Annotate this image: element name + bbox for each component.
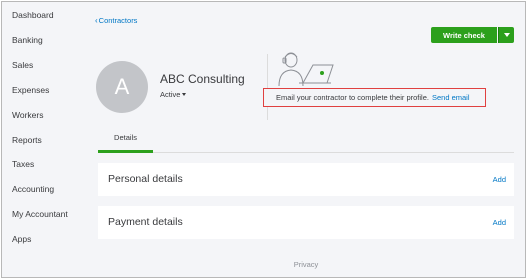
sidebar-item-sales[interactable]: Sales <box>12 60 33 70</box>
back-to-contractors-link[interactable]: ‹Contractors <box>95 16 137 25</box>
privacy-link[interactable]: Privacy <box>87 260 525 269</box>
sidebar: Dashboard Banking Sales Expenses Workers… <box>2 2 87 277</box>
tab-baseline <box>98 152 514 153</box>
caret-down-icon <box>503 33 510 37</box>
payment-details-card: Payment details Add <box>98 206 514 239</box>
app-window: Dashboard Banking Sales Expenses Workers… <box>1 1 526 278</box>
back-link-label: Contractors <box>98 16 138 25</box>
send-email-link[interactable]: Send email <box>432 93 470 102</box>
complete-profile-notice: Email your contractor to complete their … <box>263 88 486 107</box>
status-dropdown[interactable]: Active <box>160 90 187 99</box>
avatar: A <box>96 61 148 113</box>
personal-details-card: Personal details Add <box>98 163 514 196</box>
tab-details[interactable]: Details <box>98 124 153 151</box>
contractor-name: ABC Consulting <box>160 72 245 86</box>
main-content: ‹Contractors Write check A ABC Consultin… <box>87 2 525 277</box>
notice-text: Email your contractor to complete their … <box>276 93 429 102</box>
sidebar-item-dashboard[interactable]: Dashboard <box>12 10 54 20</box>
status-label: Active <box>160 90 181 99</box>
sidebar-item-expenses[interactable]: Expenses <box>12 85 49 95</box>
chevron-left-icon: ‹ <box>95 16 98 25</box>
active-tab-indicator <box>98 150 153 153</box>
caret-down-icon <box>182 93 187 96</box>
sidebar-item-banking[interactable]: Banking <box>12 35 43 45</box>
write-check-dropdown-button[interactable] <box>498 27 514 43</box>
personal-details-add-link[interactable]: Add <box>493 175 506 184</box>
sidebar-item-taxes[interactable]: Taxes <box>12 159 34 169</box>
contractor-laptop-illustration <box>278 52 334 87</box>
sidebar-item-my-accountant[interactable]: My Accountant <box>12 209 68 219</box>
sidebar-item-reports[interactable]: Reports <box>12 135 42 145</box>
profile-divider <box>267 54 268 120</box>
payment-details-add-link[interactable]: Add <box>493 218 506 227</box>
sidebar-item-accounting[interactable]: Accounting <box>12 184 54 194</box>
write-check-button[interactable]: Write check <box>431 27 497 43</box>
payment-details-title: Payment details <box>108 216 183 228</box>
sidebar-item-apps[interactable]: Apps <box>12 234 31 244</box>
personal-details-title: Personal details <box>108 173 183 185</box>
sidebar-item-workers[interactable]: Workers <box>12 110 44 120</box>
